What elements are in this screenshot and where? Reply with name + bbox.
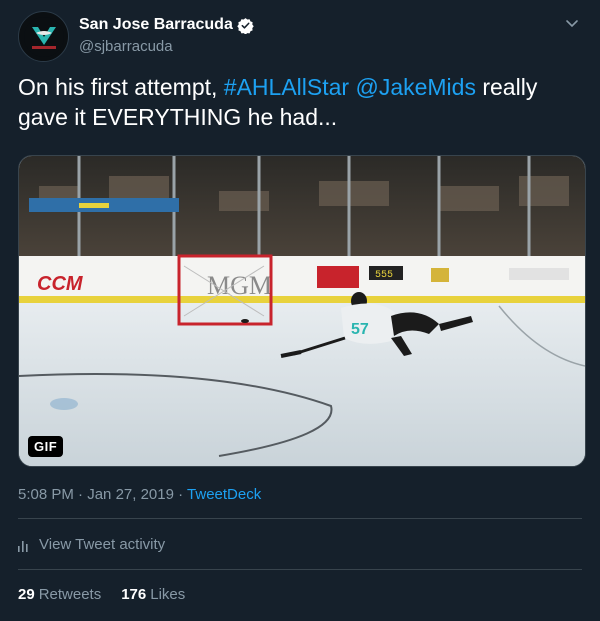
tweet-date[interactable]: Jan 27, 2019 — [87, 486, 174, 503]
hashtag-link[interactable]: #AHLAllStar — [224, 74, 349, 100]
barracuda-logo-icon — [23, 16, 64, 57]
scoreboard-readout: 555 — [375, 270, 393, 281]
tweet-meta: 5:08 PM · Jan 27, 2019 · TweetDeck — [18, 486, 261, 503]
avatar[interactable] — [18, 11, 69, 62]
display-name-text[interactable]: San Jose Barracuda — [79, 16, 233, 34]
tweet-text: On his first attempt, #AHLAllStar @JakeM… — [18, 72, 583, 132]
divider — [18, 518, 582, 519]
gif-badge: GIF — [28, 436, 64, 457]
tweet-time[interactable]: 5:08 PM — [18, 486, 74, 503]
chevron-down-icon[interactable] — [564, 15, 580, 31]
view-tweet-activity-label[interactable]: View Tweet activity — [39, 536, 165, 553]
tweet-text-part: On his first attempt, — [18, 74, 224, 100]
tweet-source-link[interactable]: TweetDeck — [187, 486, 261, 503]
retweets-label[interactable]: Retweets — [39, 586, 102, 603]
tweet-stats: 29 Retweets 176 Likes — [18, 586, 205, 603]
hockey-gif-frame: CCM MGM 555 57 — [19, 156, 585, 466]
verified-badge-icon — [237, 17, 254, 34]
jersey-number: 57 — [351, 321, 369, 338]
gif-media[interactable]: CCM MGM 555 57 GIF — [18, 155, 586, 467]
display-name[interactable]: San Jose Barracuda — [79, 16, 254, 34]
retweets-stat[interactable]: 29 Retweets — [18, 586, 101, 603]
view-tweet-activity-link[interactable]: View Tweet activity — [18, 536, 165, 553]
board-sponsor-ccm: CCM — [37, 273, 84, 295]
mention-link[interactable]: @JakeMids — [355, 74, 476, 100]
analytics-bars-icon — [18, 540, 28, 552]
divider — [18, 569, 582, 570]
likes-count[interactable]: 176 — [121, 586, 146, 603]
meta-separator: · — [173, 486, 188, 503]
retweets-count[interactable]: 29 — [18, 586, 35, 603]
meta-separator: · — [73, 486, 88, 503]
tweet-header: San Jose Barracuda @sjbarracuda — [18, 11, 586, 63]
tweet-card: San Jose Barracuda @sjbarracuda On his f… — [0, 0, 600, 621]
likes-stat[interactable]: 176 Likes — [121, 586, 185, 603]
user-handle[interactable]: @sjbarracuda — [79, 38, 254, 55]
likes-label[interactable]: Likes — [150, 586, 185, 603]
